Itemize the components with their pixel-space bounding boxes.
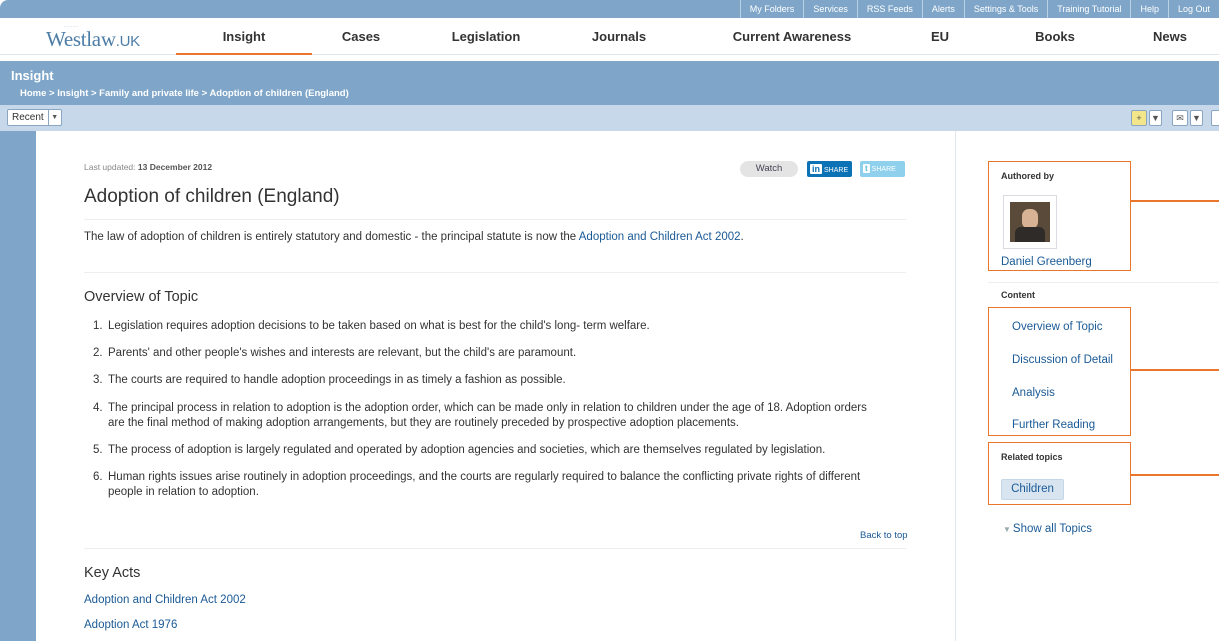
breadcrumb-band: Insight Home > Insight > Family and priv…: [0, 61, 1219, 105]
key-acts-heading: Key Acts: [84, 565, 141, 581]
annotation-line: [1131, 200, 1219, 202]
list-item: 5. The process of adoption is largely reg…: [93, 444, 826, 456]
utility-links: My Folders Services RSS Feeds Alerts Set…: [739, 0, 1219, 18]
content-link-analysis[interactable]: Analysis: [1012, 387, 1055, 399]
list-item: 2. Parents' and other people's wishes and…: [93, 347, 577, 359]
divider: [84, 219, 906, 220]
show-all-topics-link[interactable]: ▼ Show all Topics: [1003, 523, 1092, 535]
annotation-line: [1217, 200, 1219, 201]
nav-insight[interactable]: Insight: [176, 18, 312, 55]
avatar[interactable]: [1003, 195, 1057, 249]
overview-heading: Overview of Topic: [84, 289, 199, 305]
content-link-discussion[interactable]: Discussion of Detail: [1012, 354, 1113, 366]
add-folder-icon[interactable]: +: [1131, 110, 1147, 126]
recent-dropdown[interactable]: Recent ▼: [7, 109, 62, 126]
annotation-line: [1131, 474, 1219, 476]
triangle-down-icon: ▼: [1003, 525, 1011, 534]
key-act-link[interactable]: Adoption and Children Act 2002: [84, 594, 246, 606]
intro-paragraph: The law of adoption of children is entir…: [84, 231, 744, 243]
updated-date: 13 December 2012: [137, 162, 213, 172]
topic-chip-children[interactable]: Children: [1001, 479, 1064, 500]
util-link-alerts[interactable]: Alerts: [921, 0, 964, 18]
breadcrumb[interactable]: Home > Insight > Family and private life…: [20, 88, 349, 99]
print-icon[interactable]: [1211, 110, 1219, 126]
key-act-link[interactable]: Adoption Act 1976: [84, 619, 177, 631]
related-topics-heading: Related topics: [1001, 452, 1063, 462]
list-item: 1. Legislation requires adoption decision…: [93, 320, 650, 332]
content-heading: Content: [1001, 290, 1035, 300]
author-photo: [1010, 202, 1050, 242]
divider: [988, 282, 1219, 283]
nav-journals[interactable]: Journals: [574, 18, 664, 55]
chevron-down-icon[interactable]: ▼: [1190, 110, 1203, 126]
page-title: Adoption of children (England): [84, 186, 340, 207]
nav-books[interactable]: Books: [1020, 18, 1090, 55]
last-updated: Last updated: 13 December 2012: [84, 162, 213, 172]
logo-name: Westlaw: [46, 27, 116, 51]
utility-bar: My Folders Services RSS Feeds Alerts Set…: [0, 0, 1219, 18]
back-to-top-link[interactable]: Back to top: [860, 530, 908, 541]
util-link-training-tutorial[interactable]: Training Tutorial: [1047, 0, 1130, 18]
author-name-link[interactable]: Daniel Greenberg: [1001, 256, 1092, 268]
divider: [84, 272, 906, 273]
westlaw-logo[interactable]: Westlaw.UK: [46, 27, 140, 52]
nav-legislation[interactable]: Legislation: [436, 18, 536, 55]
content-link-overview[interactable]: Overview of Topic: [1012, 321, 1103, 333]
chevron-down-icon[interactable]: ▼: [47, 110, 61, 125]
util-link-help[interactable]: Help: [1130, 0, 1168, 18]
annotation-line: [1131, 369, 1219, 371]
linkedin-icon: in: [810, 164, 822, 174]
main-nav: ····· Westlaw.UK Insight Cases Legislati…: [0, 18, 1219, 55]
email-icon[interactable]: ✉: [1172, 110, 1188, 126]
nav-eu[interactable]: EU: [920, 18, 960, 55]
logo-suffix: UK: [119, 33, 141, 50]
chevron-down-icon[interactable]: ▼: [1149, 110, 1162, 126]
util-link-my-folders[interactable]: My Folders: [739, 0, 804, 18]
intro-act-link[interactable]: Adoption and Children Act 2002: [579, 231, 741, 243]
util-link-settings-tools[interactable]: Settings & Tools: [963, 0, 1047, 18]
list-item: 4. The principal process in relation to a…: [93, 402, 867, 429]
util-link-log-out[interactable]: Log Out: [1167, 0, 1219, 18]
list-item: 3. The courts are required to handle adop…: [93, 374, 566, 386]
recent-label: Recent: [12, 112, 44, 123]
watch-button[interactable]: Watch: [740, 161, 798, 177]
twitter-icon: t: [863, 164, 870, 173]
nav-news[interactable]: News: [1140, 18, 1200, 55]
section-title: Insight: [11, 68, 54, 83]
left-strip: [0, 131, 36, 641]
linkedin-share-button[interactable]: in SHARE: [807, 161, 852, 177]
twitter-share-button[interactable]: t SHARE: [860, 161, 905, 177]
authored-by-heading: Authored by: [1001, 171, 1054, 181]
nav-cases[interactable]: Cases: [316, 18, 406, 55]
divider: [84, 548, 906, 549]
util-link-rss-feeds[interactable]: RSS Feeds: [856, 0, 922, 18]
content-link-further-reading[interactable]: Further Reading: [1012, 419, 1095, 431]
toolbar: Recent ▼ + ▼ ✉ ▼: [0, 105, 1219, 131]
nav-current-awareness[interactable]: Current Awareness: [722, 18, 862, 55]
list-item: 6. Human rights issues arise routinely in…: [93, 471, 861, 498]
util-link-services[interactable]: Services: [803, 0, 857, 18]
